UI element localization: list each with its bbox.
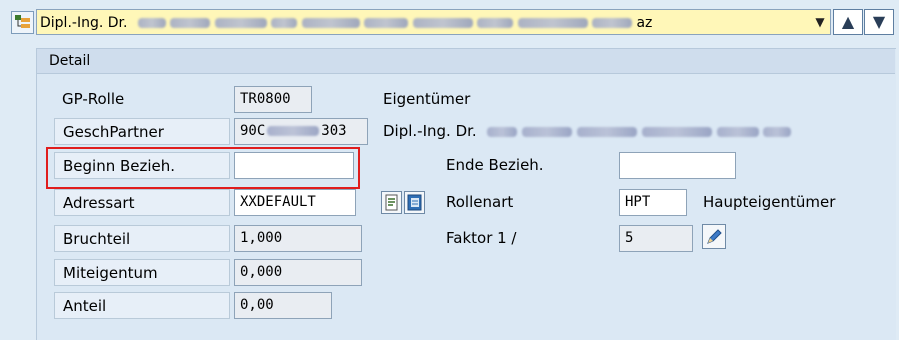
- arrow-up-icon[interactable]: ▲: [833, 9, 863, 35]
- miteigentum-label: Miteigentum: [54, 259, 230, 286]
- rollenart-label: Rollenart: [446, 193, 514, 211]
- arrow-down-icon[interactable]: ▼: [864, 9, 894, 35]
- group-title: Detail: [37, 49, 895, 74]
- highlight-frame: [46, 147, 360, 189]
- eigentuemer-label: Eigentümer: [383, 90, 471, 108]
- faktor-field[interactable]: 5: [619, 225, 693, 252]
- business-partner-select-text: Dipl.-Ing. Dr. az: [40, 15, 653, 31]
- geschpartner-value-end: 303: [321, 123, 347, 139]
- faktor-label: Faktor 1 /: [446, 229, 517, 247]
- adressart-input[interactable]: XXDEFAULT: [234, 189, 356, 216]
- ende-bezieh-input[interactable]: [619, 152, 736, 179]
- geschpartner-field[interactable]: 90C 303: [234, 118, 368, 145]
- hierarchy-icon[interactable]: [11, 11, 34, 34]
- geschpartner-name: Dipl.-Ing. Dr.: [383, 118, 893, 145]
- rollenart-input[interactable]: HPT: [619, 189, 687, 216]
- adressart-label: Adressart: [54, 189, 230, 216]
- bruchteil-label: Bruchteil: [54, 225, 230, 252]
- gp-rolle-label: GP-Rolle: [62, 90, 125, 108]
- geschpartner-label: GeschPartner: [54, 118, 230, 145]
- gp-rolle-field[interactable]: TR0800: [234, 86, 312, 113]
- dropdown-arrow-icon[interactable]: ▼: [812, 13, 828, 31]
- miteigentum-field[interactable]: 0,000: [234, 259, 362, 286]
- ende-bezieh-label: Ende Bezieh.: [446, 156, 544, 174]
- anteil-field[interactable]: 0,00: [234, 292, 332, 319]
- geschpartner-value-start: 90C: [240, 123, 266, 139]
- anteil-label: Anteil: [54, 292, 230, 319]
- address-book-icon[interactable]: [404, 191, 425, 214]
- pencil-icon[interactable]: [702, 224, 726, 249]
- bruchteil-field[interactable]: 1,000: [234, 225, 362, 252]
- rollenart-description: Haupteigentümer: [703, 193, 836, 211]
- document-icon[interactable]: [381, 191, 402, 214]
